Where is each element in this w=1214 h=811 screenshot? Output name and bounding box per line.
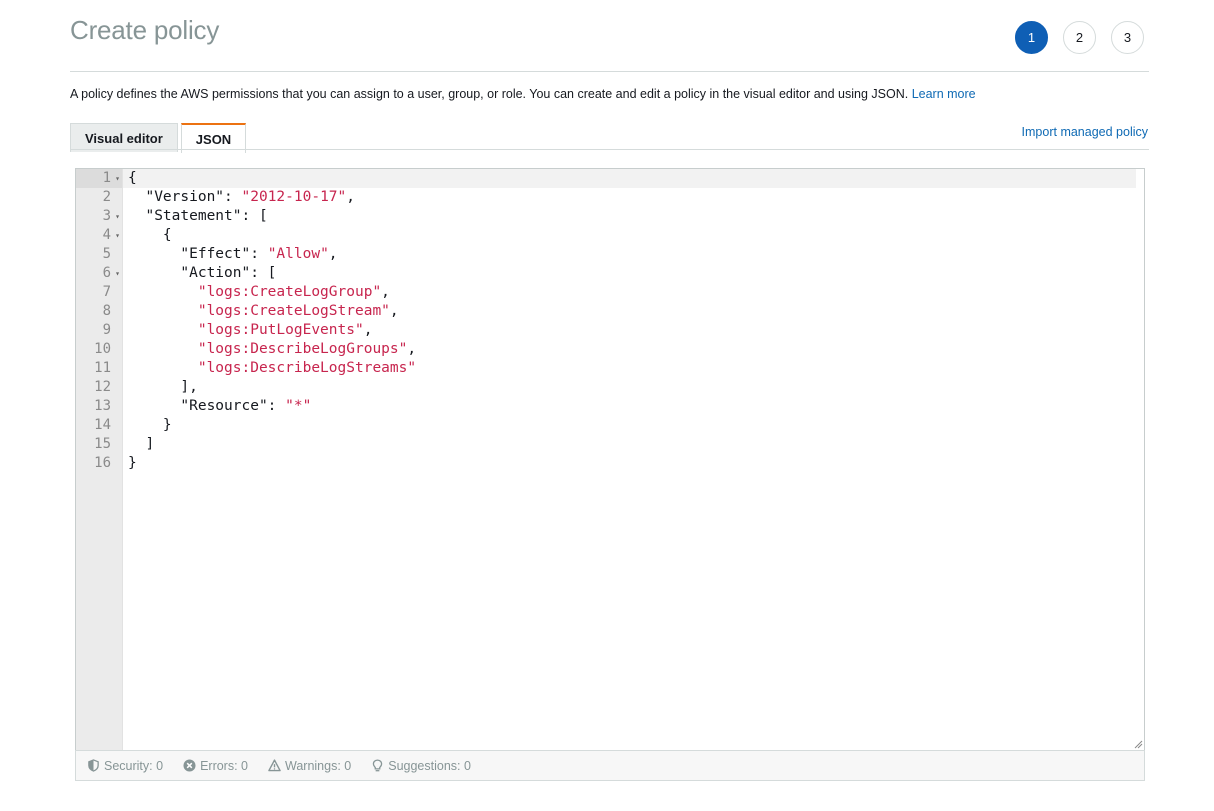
json-string-token: "logs:DescribeLogGroups" [197, 341, 408, 357]
line-number: 2 [102, 189, 111, 205]
json-token: { [128, 170, 137, 186]
code-line[interactable]: "Version": "2012-10-17", [123, 188, 1136, 207]
json-token: , [363, 322, 373, 338]
json-token: } [128, 417, 172, 433]
line-number: 6 ▾ [102, 264, 120, 283]
line-number: 14 [94, 417, 111, 433]
page-description: A policy defines the AWS permissions tha… [70, 87, 976, 101]
validation-status-bar: Security: 0 Errors: 0 Warnings: 0 Sugges… [75, 750, 1145, 781]
suggestions-count: Suggestions: 0 [388, 758, 471, 773]
error-icon [183, 759, 196, 772]
json-token: ], [128, 379, 198, 395]
code-line[interactable]: "logs:CreateLogGroup", [123, 283, 1136, 302]
lightbulb-icon [372, 759, 383, 772]
json-token: } [128, 455, 137, 471]
shield-icon [88, 759, 99, 772]
description-text: A policy defines the AWS permissions tha… [70, 87, 909, 101]
step-3[interactable]: 3 [1111, 21, 1144, 54]
warnings-status[interactable]: Warnings: 0 [268, 759, 351, 773]
line-number: 5 [102, 246, 111, 262]
json-string-token: "logs:PutLogEvents" [197, 322, 364, 338]
step-2[interactable]: 2 [1063, 21, 1096, 54]
learn-more-link[interactable]: Learn more [912, 87, 976, 101]
code-line[interactable]: ], [123, 378, 1136, 397]
line-number: 13 [94, 398, 111, 414]
code-line[interactable]: "logs:DescribeLogStreams" [123, 359, 1136, 378]
line-number: 11 [94, 360, 111, 376]
code-line[interactable]: "Resource": "*" [123, 397, 1136, 416]
line-number-gutter: 1 ▾ 2 3 ▾ 4 ▾ 5 6 ▾ 7 8 9 10 11 12 13 14 15 16 [76, 169, 123, 750]
line-number: 16 [94, 455, 111, 471]
title-divider [70, 71, 1149, 72]
json-token: , [346, 189, 355, 205]
json-string-token: "Allow" [267, 246, 329, 262]
json-string-token: "logs:CreateLogStream" [197, 303, 390, 319]
errors-status[interactable]: Errors: 0 [183, 759, 248, 773]
json-token: , [407, 341, 417, 357]
code-line[interactable]: "logs:DescribeLogGroups", [123, 340, 1136, 359]
json-string-token: "logs:CreateLogGroup" [197, 284, 382, 300]
line-number: 9 [102, 322, 111, 338]
step-1[interactable]: 1 [1015, 21, 1048, 54]
warnings-count: Warnings: 0 [285, 758, 352, 773]
line-number: 15 [94, 436, 111, 452]
json-token: "Statement": [ [128, 208, 268, 224]
fold-arrow-icon[interactable]: ▾ [115, 169, 120, 188]
json-token: , [328, 246, 338, 262]
code-line[interactable]: "Statement": [ [123, 207, 1136, 226]
tabs-divider [70, 149, 1149, 150]
json-token: ] [128, 436, 155, 452]
line-number: 8 [102, 303, 111, 319]
code-line[interactable]: { [123, 169, 1136, 188]
json-editor[interactable]: 1 ▾ 2 3 ▾ 4 ▾ 5 6 ▾ 7 8 9 10 11 12 13 14 15 16 { "Version":… [75, 168, 1145, 751]
json-token: { [128, 227, 172, 243]
code-line[interactable]: } [123, 416, 1136, 435]
json-string-token: "logs:DescribeLogStreams" [197, 360, 417, 376]
fold-arrow-icon[interactable]: ▾ [115, 226, 120, 245]
suggestions-status[interactable]: Suggestions: 0 [371, 759, 471, 773]
json-string-token: "2012-10-17" [241, 189, 347, 205]
code-area[interactable]: { "Version": "2012-10-17", "Statement": … [123, 169, 1136, 750]
json-token: "Resource": [128, 398, 286, 414]
json-token: , [389, 303, 399, 319]
code-line[interactable]: "logs:CreateLogStream", [123, 302, 1136, 321]
line-number: 7 [102, 284, 111, 300]
code-line[interactable]: "Effect": "Allow", [123, 245, 1136, 264]
warning-icon [268, 759, 281, 772]
json-token: "Effect": [128, 246, 268, 262]
line-number: 3 ▾ [102, 207, 120, 226]
json-token: "Action": [ [128, 265, 277, 281]
json-token: , [381, 284, 390, 300]
fold-arrow-icon[interactable]: ▾ [115, 264, 120, 283]
editor-tabs: Visual editor JSON [70, 121, 247, 153]
line-number: 1 ▾ [76, 169, 122, 188]
security-count: Security: 0 [104, 758, 164, 773]
errors-count: Errors: 0 [200, 758, 248, 773]
line-number: 10 [94, 341, 111, 357]
json-token: "Version": [128, 189, 242, 205]
wizard-steps: 1 2 3 [1015, 21, 1144, 54]
line-number: 12 [94, 379, 111, 395]
tab-visual-editor[interactable]: Visual editor [70, 123, 178, 152]
security-status[interactable]: Security: 0 [87, 759, 163, 773]
json-string-token: "*" [285, 398, 312, 414]
code-line[interactable]: "logs:PutLogEvents", [123, 321, 1136, 340]
code-line[interactable]: "Action": [ [123, 264, 1136, 283]
code-line[interactable]: ] [123, 435, 1136, 454]
resize-handle-icon[interactable] [1133, 739, 1143, 749]
import-managed-policy-link[interactable]: Import managed policy [1022, 125, 1148, 139]
code-line[interactable]: { [123, 226, 1136, 245]
page-title: Create policy [70, 15, 220, 45]
fold-arrow-icon[interactable]: ▾ [115, 207, 120, 226]
line-number: 4 ▾ [102, 226, 120, 245]
code-line[interactable]: } [123, 454, 1136, 473]
